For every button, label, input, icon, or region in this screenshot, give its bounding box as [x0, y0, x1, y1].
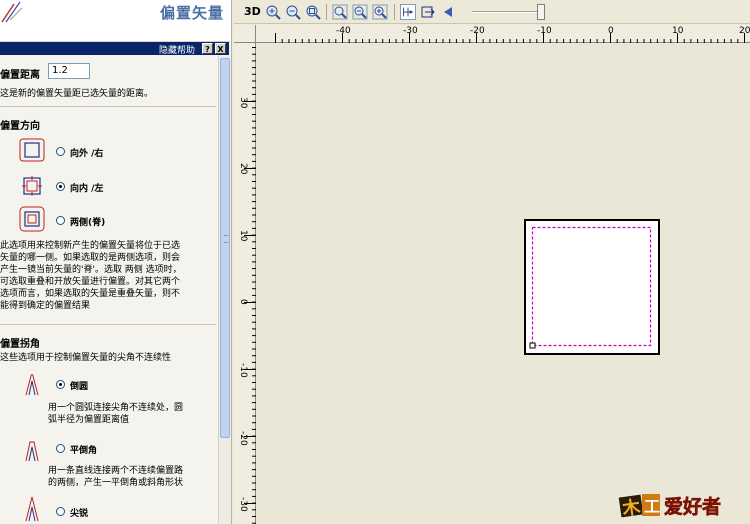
h-tick-label: 0	[608, 26, 614, 36]
offset-both-sides-icon	[19, 206, 45, 232]
drawing-vectors	[524, 219, 660, 355]
svg-text:工: 工	[644, 497, 660, 516]
corner-sharp-icon	[25, 496, 39, 522]
v-tick-label: 30	[238, 97, 248, 109]
corner-sharp-label: 尖锐	[70, 509, 89, 519]
drawing-canvas[interactable]: -40 -30 -20 -10 0 10 20 30 20 10 0 -10 -…	[234, 25, 750, 524]
offset-distance-input[interactable]: 1.2	[48, 63, 90, 79]
divider	[0, 324, 216, 325]
corner-sharp-radio[interactable]	[56, 507, 65, 516]
original-vector[interactable]	[524, 219, 660, 355]
ruler-corner	[234, 25, 256, 43]
svg-text:爱好者: 爱好者	[664, 495, 721, 518]
corner-chamfer-radio[interactable]	[56, 444, 65, 453]
watermark-logo-icon: 木 工 爱好者	[618, 494, 721, 520]
zoom-out-icon[interactable]	[285, 4, 301, 20]
back-arrow-icon[interactable]	[440, 4, 456, 20]
zoom-slider-track[interactable]	[472, 11, 544, 13]
h-tick-label: -20	[470, 26, 485, 36]
view-3d-button[interactable]: 3D	[244, 5, 261, 18]
corner-chamfer-icon	[25, 441, 39, 462]
offset-distance-label: 偏置距离	[0, 70, 40, 81]
v-tick-label: -10	[238, 363, 248, 378]
h-tick-label: -40	[336, 26, 351, 36]
corner-chamfer-label: 平倒角	[70, 446, 98, 456]
offset-inward-label: 向内 /左	[70, 184, 104, 194]
divider	[0, 106, 216, 107]
offset-inward-icon	[22, 176, 42, 196]
h-tick-label: -30	[403, 26, 418, 36]
zoom-extents-icon[interactable]	[332, 4, 348, 20]
offset-outward-radio[interactable]	[56, 147, 65, 156]
hide-help-link[interactable]: 隐藏帮助	[159, 43, 195, 56]
zoom-slider-thumb[interactable]	[537, 4, 545, 20]
zoom-in-icon[interactable]	[265, 4, 281, 20]
offset-direction-desc: 此选项用来控制新产生的偏置矢量将位于已选 矢量的哪一侧。如果选取的是两侧选项，则…	[0, 241, 182, 311]
snap-grid-icon[interactable]	[400, 4, 416, 20]
corner-round-label: 倒圆	[70, 382, 89, 392]
offset-outward-label: 向外 /右	[70, 149, 104, 159]
offset-vector-panel: 偏置矢量 隐藏帮助 ? X 偏置距离 1.2 这是新的偏置矢量距已选矢量的距离。…	[0, 0, 232, 524]
corner-round-radio[interactable]	[56, 380, 65, 389]
offset-both-sides-label: 两侧(脊)	[70, 218, 106, 228]
help-bar: 隐藏帮助 ? X	[0, 42, 229, 56]
v-tick-label: -20	[238, 431, 248, 446]
h-tick-label: -10	[537, 26, 552, 36]
v-tick-label: 10	[238, 230, 248, 242]
offset-direction-heading: 偏置方向	[0, 121, 40, 132]
vector-start-node[interactable]	[529, 342, 536, 349]
offset-inward-radio[interactable]	[56, 182, 65, 191]
v-tick-label: 20	[238, 163, 248, 175]
vertical-ruler: 30 20 10 0 -10 -20 -30	[234, 43, 256, 524]
corner-chamfer-desc: 用一条直线连接两个不连续偏置路 的两侧，产生一平倒角或斜角形状	[48, 466, 184, 488]
corner-round-desc: 用一个圆弧连接尖角不连续处，圆 弧半径为偏置距离值	[48, 403, 184, 425]
h-tick-label: 10	[672, 26, 684, 36]
panel-title: 偏置矢量	[159, 4, 224, 22]
h-tick-label: 20	[739, 26, 750, 36]
offset-both-sides-radio[interactable]	[56, 216, 65, 225]
tool-logo-icon	[1, 1, 23, 23]
horizontal-ruler: -40 -30 -20 -10 0 10 20	[256, 25, 750, 43]
panel-scrollbar[interactable]	[218, 56, 231, 524]
zoom-previous-icon[interactable]	[352, 4, 368, 20]
panel-header: 偏置矢量	[0, 0, 231, 42]
help-button[interactable]: ?	[202, 43, 213, 54]
v-tick-label: -30	[238, 497, 248, 512]
snap-vector-icon[interactable]	[420, 4, 436, 20]
scrollbar-thumb[interactable]	[220, 58, 230, 438]
offset-distance-desc: 这是新的偏置矢量距已选矢量的距离。	[0, 89, 154, 99]
close-button[interactable]: X	[215, 43, 226, 54]
view-toolbar: 3D	[234, 0, 750, 24]
v-tick-label: 0	[238, 299, 248, 305]
zoom-selection-icon[interactable]	[372, 4, 388, 20]
zoom-window-icon[interactable]	[305, 4, 321, 20]
offset-corner-desc: 这些选项用于控制偏置矢量的尖角不连续性	[0, 353, 172, 363]
offset-corner-heading: 偏置拐角	[0, 339, 40, 350]
offset-outward-icon	[19, 138, 45, 162]
corner-round-icon	[25, 374, 39, 396]
